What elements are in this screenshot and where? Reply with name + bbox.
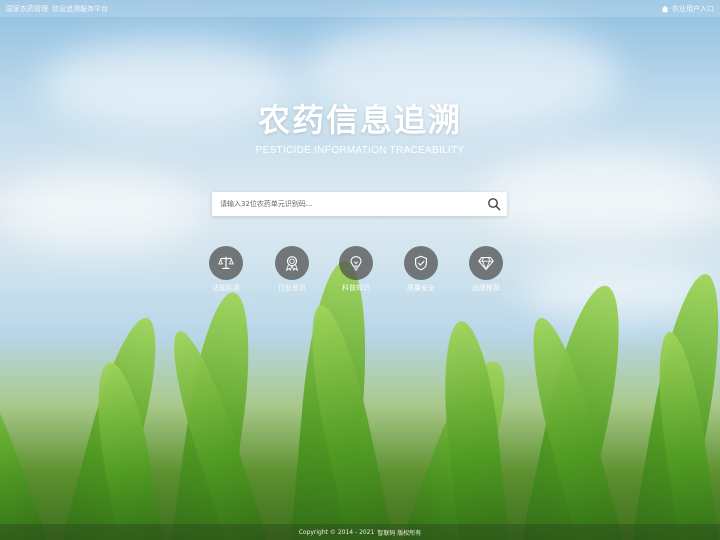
- feature-brands[interactable]: 品牌推荐: [461, 246, 511, 293]
- topbar-text: 信息追溯服务平台: [52, 4, 108, 13]
- feature-label: 法规标准: [212, 284, 240, 292]
- search-box: [212, 192, 507, 216]
- lightbulb-icon: [350, 256, 362, 271]
- page-title: 农药信息追溯: [257, 101, 462, 139]
- feature-label: 品牌推荐: [472, 284, 500, 292]
- copyright-text: Copyright © 2014 - 2021: [298, 528, 375, 536]
- feature-quality[interactable]: 质量安全: [396, 246, 446, 293]
- feature-news[interactable]: 行业资讯: [267, 246, 317, 293]
- feature-knowledge[interactable]: 科普知识: [331, 246, 381, 293]
- shield-icon: [415, 255, 427, 271]
- owner-text: 智联码 版权所有: [377, 529, 422, 537]
- user-entry-link[interactable]: 农业用户入口: [661, 4, 714, 14]
- search-input[interactable]: [212, 192, 487, 216]
- feature-label: 质量安全: [407, 284, 435, 292]
- scale-icon: [218, 256, 234, 269]
- user-entry-label: 农业用户入口: [672, 4, 714, 13]
- feature-label: 科普知识: [342, 284, 370, 292]
- topbar-text: 国家农药管理: [6, 4, 48, 13]
- home-icon: [661, 5, 669, 12]
- feature-regulations[interactable]: 法规标准: [201, 246, 251, 293]
- search-icon[interactable]: [487, 197, 501, 211]
- page-subtitle: PESTICIDE INFORMATION TRACEABILITY: [255, 145, 465, 156]
- footer: Copyright © 2014 - 2021 智联码 版权所有: [0, 524, 720, 540]
- diamond-icon: [478, 257, 494, 271]
- top-bar: 国家农药管理 信息追溯服务平台 农业用户入口: [0, 0, 720, 17]
- feature-label: 行业资讯: [278, 284, 306, 292]
- hero: 农药信息追溯 PESTICIDE INFORMATION TRACEABILIT…: [0, 95, 720, 156]
- award-icon: [285, 256, 299, 272]
